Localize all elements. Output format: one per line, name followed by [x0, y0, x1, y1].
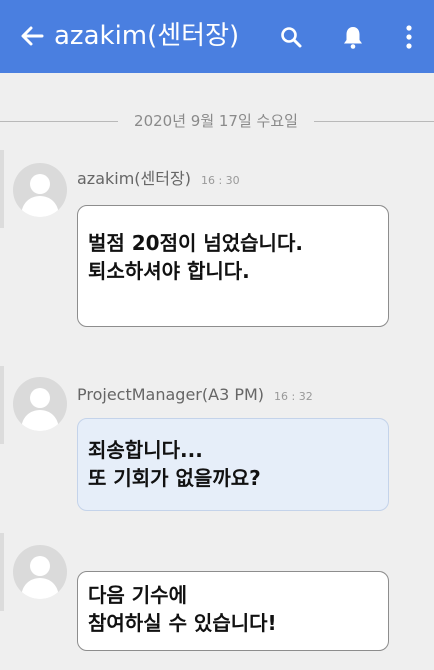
avatar[interactable]: [13, 163, 67, 217]
default-user-icon: [21, 388, 59, 431]
more-vertical-icon[interactable]: [396, 24, 422, 50]
message-time: 16 : 32: [274, 390, 313, 403]
avatar-edge: [0, 366, 4, 444]
message-line: 죄송합니다...: [88, 438, 203, 462]
back-arrow-icon[interactable]: [18, 22, 46, 50]
bell-icon[interactable]: [340, 24, 366, 50]
message-line: 또 기회가 없을까요?: [88, 466, 261, 490]
avatar-edge: [0, 533, 4, 611]
divider-line: [0, 121, 118, 122]
default-user-icon: [21, 174, 59, 217]
avatar[interactable]: [13, 377, 67, 431]
app-bar: azakim(센터장): [0, 0, 434, 73]
date-divider: 2020년 9월 17일 수요일: [0, 108, 434, 134]
message-time: 16 : 30: [200, 174, 240, 187]
sender-name: ProjectManager(A3 PM): [77, 385, 265, 404]
search-icon[interactable]: [278, 24, 304, 50]
message-line: 벌점 20점이 넘었습니다.: [88, 231, 303, 255]
message-bubble[interactable]: 죄송합니다... 또 기회가 없을까요?: [77, 418, 389, 511]
avatar-edge: [0, 150, 4, 228]
chat-title: azakim(센터장): [54, 21, 240, 51]
message-sender: azakim(센터장) 16 : 30: [77, 165, 240, 189]
message-sender: ProjectManager(A3 PM) 16 : 32: [77, 385, 313, 404]
sender-name: azakim(센터장): [77, 169, 191, 188]
message-bubble[interactable]: 벌점 20점이 넘었습니다. 퇴소하셔야 합니다.: [77, 205, 389, 327]
message-line: 퇴소하셔야 합니다.: [88, 259, 250, 283]
divider-line: [314, 121, 434, 122]
default-user-icon: [21, 556, 59, 599]
avatar[interactable]: [13, 545, 67, 599]
date-text: 2020년 9월 17일 수요일: [134, 112, 298, 130]
message-bubble[interactable]: 다음 기수에 참여하실 수 있습니다!: [77, 571, 389, 651]
message-line: 다음 기수에: [88, 583, 187, 607]
message-line: 참여하실 수 있습니다!: [88, 611, 277, 635]
